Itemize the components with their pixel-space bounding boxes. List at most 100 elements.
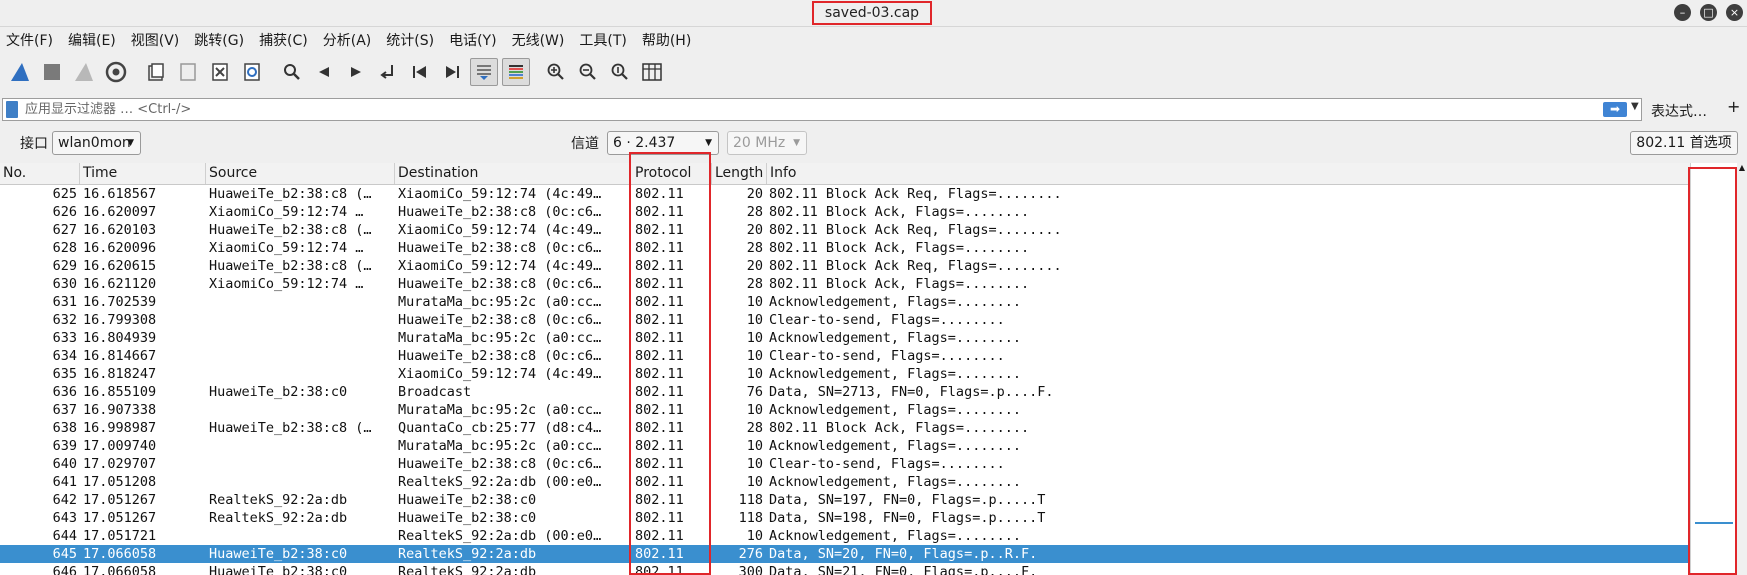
cell-no: 638 [52, 420, 77, 436]
table-row[interactable]: 625 16.618567 HuaweiTe_b2:38:c8 (… XiaomiCo… [0, 185, 1690, 203]
table-row[interactable]: 632 16.799308 HuaweiTe_b2:38:c8 (0c:c6… 802… [0, 311, 1690, 329]
resize-columns-icon[interactable] [638, 58, 666, 86]
cell-src: HuaweiTe_b2:38:c0 [209, 384, 348, 400]
find-icon[interactable] [278, 58, 306, 86]
filter-bookmark-icon[interactable] [6, 101, 18, 118]
cell-src: HuaweiTe_b2:38:c8 (… [209, 186, 372, 202]
close-file-icon[interactable] [206, 58, 234, 86]
first-packet-icon[interactable] [406, 58, 434, 86]
column-header-no[interactable]: No. [0, 163, 80, 184]
cell-len: 10 [746, 312, 763, 328]
table-row[interactable]: 646 17.066058 HuaweiTe_b2:38:c0 RealtekS_92… [0, 563, 1690, 575]
menu-wireless[interactable]: 无线(W) [512, 30, 565, 50]
menu-statistics[interactable]: 统计(S) [386, 30, 434, 50]
minimize-icon[interactable]: – [1674, 4, 1691, 21]
table-row[interactable]: 627 16.620103 HuaweiTe_b2:38:c8 (… XiaomiCo… [0, 221, 1690, 239]
filter-history-chevron-down-icon[interactable]: ▼ [1631, 101, 1639, 112]
wireless-preferences-button[interactable]: 802.11 首选项 [1630, 131, 1738, 155]
menu-tools[interactable]: 工具(T) [579, 30, 626, 50]
menu-telephony[interactable]: 电话(Y) [449, 30, 496, 50]
cell-time: 16.620103 [83, 222, 157, 238]
cell-no: 634 [52, 348, 77, 364]
zoom-out-icon[interactable] [574, 58, 602, 86]
interface-select[interactable]: wlan0mon ▼ [52, 131, 141, 155]
vertical-scrollbar[interactable]: ▲ [1737, 163, 1747, 575]
maximize-icon[interactable]: □ [1700, 4, 1717, 21]
zoom-reset-icon[interactable] [606, 58, 634, 86]
table-row[interactable]: 638 16.998987 HuaweiTe_b2:38:c8 (… QuantaCo… [0, 419, 1690, 437]
packet-rows: 625 16.618567 HuaweiTe_b2:38:c8 (… XiaomiCo… [0, 185, 1690, 575]
apply-filter-arrow-icon[interactable]: ➡ [1603, 102, 1627, 117]
table-row[interactable]: 631 16.702539 MurataMa_bc:95:2c (a0:cc… 802… [0, 293, 1690, 311]
cell-no: 645 [52, 546, 77, 562]
open-file-icon[interactable] [142, 58, 170, 86]
back-arrow-icon[interactable] [310, 58, 338, 86]
cell-len: 10 [746, 330, 763, 346]
last-packet-icon[interactable] [438, 58, 466, 86]
expression-button[interactable]: 表达式… [1651, 101, 1707, 121]
cell-len: 28 [746, 204, 763, 220]
channel-select[interactable]: 6 · 2.437 ▼ [607, 131, 719, 155]
menu-edit[interactable]: 编辑(E) [68, 30, 116, 50]
options-gear-icon[interactable] [102, 58, 130, 86]
packet-minimap[interactable] [1690, 163, 1736, 575]
cell-proto: 802.11 [635, 294, 684, 310]
shark-fin-icon[interactable] [6, 58, 34, 86]
column-header-time[interactable]: Time [80, 163, 206, 184]
interface-value: wlan0mon [58, 135, 131, 151]
cell-src: HuaweiTe_b2:38:c8 (… [209, 420, 372, 436]
table-row[interactable]: 643 17.051267 RealtekS_92:2a:db HuaweiTe_b2… [0, 509, 1690, 527]
cell-proto: 802.11 [635, 474, 684, 490]
autoscroll-icon[interactable] [470, 58, 498, 86]
table-row[interactable]: 636 16.855109 HuaweiTe_b2:38:c0 Broadcast 80… [0, 383, 1690, 401]
cell-proto: 802.11 [635, 276, 684, 292]
cell-time: 17.029707 [83, 456, 157, 472]
menu-view[interactable]: 视图(V) [131, 30, 180, 50]
menu-go[interactable]: 跳转(G) [194, 30, 244, 50]
table-row[interactable]: 634 16.814667 HuaweiTe_b2:38:c8 (0c:c6… 802… [0, 347, 1690, 365]
table-row[interactable]: 645 17.066058 HuaweiTe_b2:38:c0 RealtekS_92… [0, 545, 1690, 563]
cell-src: HuaweiTe_b2:38:c8 (… [209, 222, 372, 238]
add-filter-button[interactable]: + [1727, 97, 1740, 116]
cell-info: Acknowledgement, Flags=........ [769, 366, 1021, 382]
column-header-source[interactable]: Source [206, 163, 395, 184]
column-header-length[interactable]: Length [712, 163, 767, 184]
forward-arrow-icon[interactable] [342, 58, 370, 86]
column-header-info[interactable]: Info [767, 163, 1690, 184]
menu-help[interactable]: 帮助(H) [642, 30, 691, 50]
table-row[interactable]: 641 17.051208 RealtekS_92:2a:db (00:e0… 802… [0, 473, 1690, 491]
reload-icon[interactable] [238, 58, 266, 86]
cell-proto: 802.11 [635, 222, 684, 238]
stop-icon[interactable] [38, 58, 66, 86]
table-row[interactable]: 629 16.620615 HuaweiTe_b2:38:c8 (… XiaomiCo… [0, 257, 1690, 275]
save-file-icon[interactable] [174, 58, 202, 86]
close-icon[interactable]: × [1726, 4, 1743, 21]
table-row[interactable]: 640 17.029707 HuaweiTe_b2:38:c8 (0c:c6… 802… [0, 455, 1690, 473]
scroll-up-arrow-icon[interactable]: ▲ [1737, 163, 1747, 172]
table-row[interactable]: 639 17.009740 MurataMa_bc:95:2c (a0:cc… 802… [0, 437, 1690, 455]
menu-file[interactable]: 文件(F) [6, 30, 53, 50]
table-row[interactable]: 635 16.818247 XiaomiCo_59:12:74 (4c:49… 802… [0, 365, 1690, 383]
cell-no: 640 [52, 456, 77, 472]
column-header-protocol[interactable]: Protocol [632, 163, 712, 184]
cell-src: HuaweiTe_b2:38:c0 [209, 564, 348, 575]
cell-time: 16.618567 [83, 186, 157, 202]
table-row[interactable]: 626 16.620097 XiaomiCo_59:12:74 … HuaweiTe_… [0, 203, 1690, 221]
colorize-icon[interactable] [502, 58, 530, 86]
restart-icon[interactable] [70, 58, 98, 86]
table-row[interactable]: 642 17.051267 RealtekS_92:2a:db HuaweiTe_b2… [0, 491, 1690, 509]
table-row[interactable]: 630 16.621120 XiaomiCo_59:12:74 … HuaweiTe_… [0, 275, 1690, 293]
goto-packet-icon[interactable] [374, 58, 402, 86]
zoom-in-icon[interactable] [542, 58, 570, 86]
menu-analyze[interactable]: 分析(A) [323, 30, 372, 50]
menu-capture[interactable]: 捕获(C) [259, 30, 308, 50]
column-header-destination[interactable]: Destination [395, 163, 630, 184]
cell-info: Data, SN=21, FN=0, Flags=.p....F. [769, 564, 1038, 575]
cell-time: 16.907338 [83, 402, 157, 418]
display-filter-input[interactable] [25, 100, 1395, 119]
table-row[interactable]: 637 16.907338 MurataMa_bc:95:2c (a0:cc… 802… [0, 401, 1690, 419]
table-row[interactable]: 644 17.051721 RealtekS_92:2a:db (00:e0… 802… [0, 527, 1690, 545]
cell-dst: HuaweiTe_b2:38:c8 (0c:c6… [398, 240, 602, 256]
table-row[interactable]: 633 16.804939 MurataMa_bc:95:2c (a0:cc… 802… [0, 329, 1690, 347]
table-row[interactable]: 628 16.620096 XiaomiCo_59:12:74 … HuaweiTe_… [0, 239, 1690, 257]
